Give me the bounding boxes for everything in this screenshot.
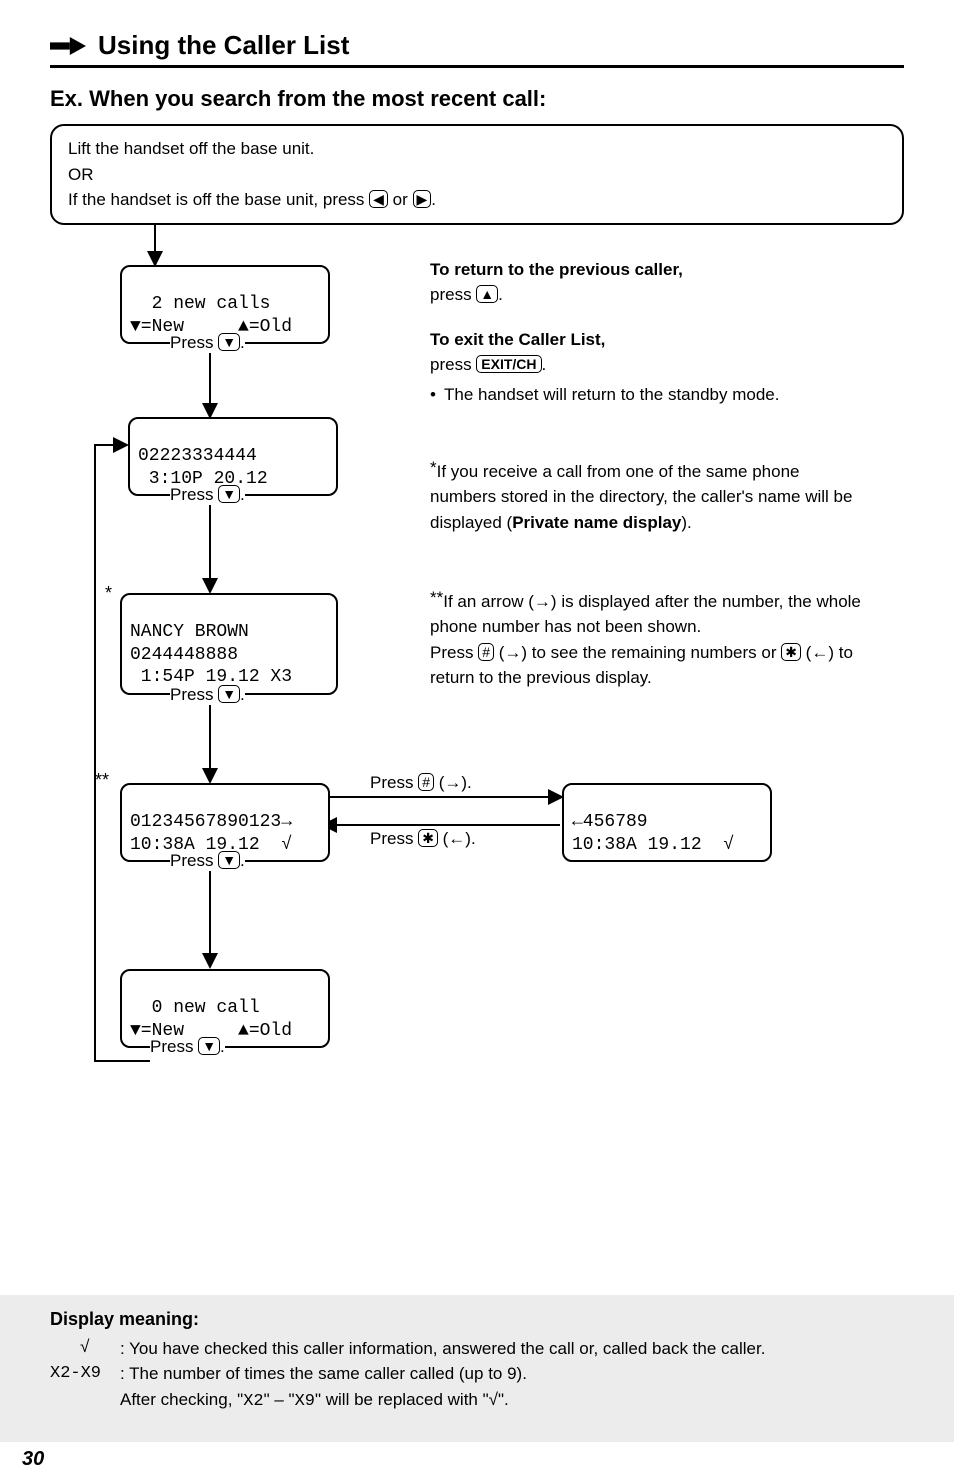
press-down-2: Press ▼. (170, 485, 245, 505)
display-box-caller2: NANCY BROWN 0244448888 1:54P 19.12 X3 (120, 593, 338, 695)
footer-body-2: : The number of times the same caller ca… (120, 1361, 904, 1414)
star-key-icon: ✱ (418, 829, 438, 847)
press-down-4: Press ▼. (170, 851, 245, 871)
star-ref-1: * (430, 458, 437, 477)
press-hash-label: Press # (→). (370, 773, 472, 793)
flow-diagram: 2 new calls ▼=New ▲=Old Press ▼. 0222333… (50, 225, 904, 1275)
footer-symbol-check: √ (50, 1336, 120, 1362)
left-key-icon: ◀ (369, 190, 388, 208)
display-box-long-number-rest: ←456789 10:38A 19.12 √ (562, 783, 772, 863)
footer-title: Display meaning: (50, 1309, 904, 1330)
press-down-3: Press ▼. (170, 685, 245, 705)
star-key-icon: ✱ (781, 643, 801, 661)
down-key-icon: ▼ (218, 685, 240, 703)
down-key-icon: ▼ (218, 333, 240, 351)
note-private-name: *If you receive a call from one of the s… (430, 455, 870, 536)
footer-display-meaning: Display meaning: √ : You have checked th… (0, 1295, 954, 1443)
bullet-icon: • (430, 382, 444, 408)
section-title-row: Using the Caller List (50, 30, 904, 68)
footer-body-1: : You have checked this caller informati… (120, 1336, 904, 1362)
press-down-5: Press ▼. (150, 1037, 225, 1057)
note-return-previous: To return to the previous caller, press … (430, 257, 870, 308)
star-marker-1: * (105, 583, 112, 604)
section-title: Using the Caller List (98, 30, 349, 61)
arrow-right-icon (50, 35, 86, 57)
note-exit-caller-list: To exit the Caller List, press EXIT/CH. … (430, 327, 870, 408)
intro-line3: If the handset is off the base unit, pre… (68, 187, 886, 213)
down-key-icon: ▼ (198, 1037, 220, 1055)
hash-key-icon: # (418, 773, 434, 791)
subtitle: Ex. When you search from the most recent… (50, 86, 904, 112)
down-key-icon: ▼ (218, 485, 240, 503)
press-star-label: Press ✱ (←). (370, 829, 476, 849)
down-key-icon: ▼ (218, 851, 240, 869)
intro-line2: OR (68, 162, 886, 188)
exit-ch-key: EXIT/CH (476, 355, 541, 373)
page-number: 30 (0, 1442, 954, 1483)
hash-key-icon: # (478, 643, 494, 661)
star-ref-2: ** (430, 588, 443, 607)
up-key-icon: ▲ (476, 285, 498, 303)
intro-line1: Lift the handset off the base unit. (68, 136, 886, 162)
right-key-icon: ▶ (413, 190, 432, 208)
intro-box: Lift the handset off the base unit. OR I… (50, 124, 904, 225)
press-down-1: Press ▼. (170, 333, 245, 353)
star-marker-2: ** (95, 770, 109, 791)
footer-symbol-x2x9: X2-X9 (50, 1361, 120, 1414)
note-arrow-number: **If an arrow (→) is displayed after the… (430, 585, 870, 691)
